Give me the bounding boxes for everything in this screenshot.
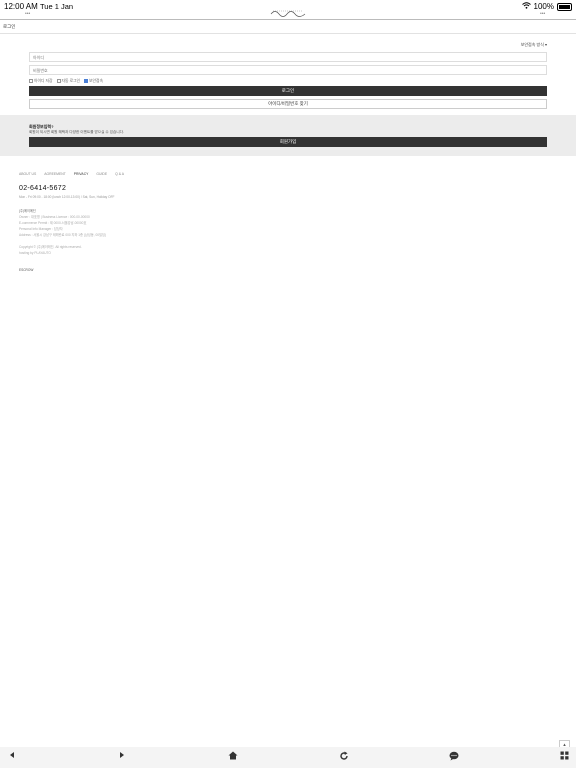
back-button[interactable] <box>5 751 19 763</box>
secure-login-checkbox[interactable]: 보안접속 <box>84 78 103 84</box>
id-input[interactable] <box>29 52 547 62</box>
cs-hours: Mon - Fri 09:00 - 18:00 (lunch 12:00-13:… <box>19 195 115 199</box>
checkbox-icon <box>56 78 61 83</box>
refresh-button[interactable] <box>337 751 351 763</box>
join-button[interactable]: 회원가입 <box>29 137 547 147</box>
owner-info: Owner : 대표명 | Business Licence : 000-00-… <box>19 215 90 219</box>
grid-icon <box>560 751 568 760</box>
back-icon <box>10 752 14 758</box>
cs-phone: 02-6414-5672 <box>19 185 67 192</box>
status-time: 12:00 AM <box>4 2 38 11</box>
auto-login-checkbox[interactable]: 자동 로그인 <box>56 78 80 84</box>
chat-icon <box>449 751 459 761</box>
home-button[interactable] <box>226 751 240 763</box>
company-name: (주)에이메딘 <box>19 209 36 213</box>
company-address: Address : 서울시 강남구 테헤란로 000 지하 1층 (삼성동, 0… <box>19 233 106 237</box>
checkbox-checked-icon <box>84 78 89 83</box>
footer-link-guide[interactable]: GUIDE <box>96 172 107 176</box>
password-input[interactable] <box>29 65 547 75</box>
menu-grid-button[interactable] <box>557 751 571 763</box>
wifi-icon <box>521 2 531 11</box>
footer-link-privacy[interactable]: PRIVACY <box>74 172 89 176</box>
breadcrumb: 로그인 <box>3 24 16 29</box>
status-indicators: 100% <box>521 2 572 11</box>
forward-button[interactable] <box>115 751 129 763</box>
breadcrumb-divider <box>0 33 576 34</box>
copyright: Copyright © (주)에이메딘. All rights reserved… <box>19 245 82 249</box>
refresh-icon <box>340 751 348 760</box>
site-logo[interactable] <box>270 8 306 17</box>
status-date: Tue 1 Jan <box>40 2 74 11</box>
dots-icon: ••• <box>540 11 546 17</box>
privacy-manager: Personal Info Manager : 담당자 <box>19 227 63 231</box>
header-divider <box>0 19 576 20</box>
footer-link-about[interactable]: ABOUT US <box>19 172 36 176</box>
battery-percent: 100% <box>533 2 554 11</box>
forward-icon <box>120 752 124 758</box>
chat-button[interactable] <box>447 751 461 763</box>
ecommerce-permit: E-commerce Permit : 제 0000-서울강남-00000호 <box>19 221 87 225</box>
footer-link-agreement[interactable]: AGREEMENT <box>44 172 65 176</box>
footer-links: ABOUT US AGREEMENT PRIVACY GUIDE Q & A <box>19 172 124 176</box>
join-description: 회원이 되시면 회원 혜택과 다양한 이벤트를 받으실 수 있습니다. <box>29 130 124 134</box>
battery-icon <box>557 2 572 11</box>
checkbox-icon <box>29 78 33 83</box>
home-icon <box>228 751 238 760</box>
security-select[interactable]: 보안접속 방식 ▾ <box>521 42 547 48</box>
hosting-info: hosting by PLAYAUTO <box>19 251 51 255</box>
join-section: 회원정보입력? 회원이 되시면 회원 혜택과 다양한 이벤트를 받으실 수 있습… <box>0 115 576 156</box>
dots-icon: ••• <box>25 11 31 17</box>
save-id-checkbox[interactable]: 아이디 저장 <box>29 78 53 84</box>
escrow-label[interactable]: ESCROW <box>19 268 33 272</box>
bottom-toolbar <box>0 747 576 768</box>
login-options: 아이디 저장 자동 로그인 보안접속 <box>29 78 103 84</box>
footer-link-qna[interactable]: Q & A <box>115 172 124 176</box>
login-button[interactable]: 로그인 <box>29 86 547 96</box>
find-account-button[interactable]: 아이디/비밀번호 찾기 <box>29 99 547 109</box>
